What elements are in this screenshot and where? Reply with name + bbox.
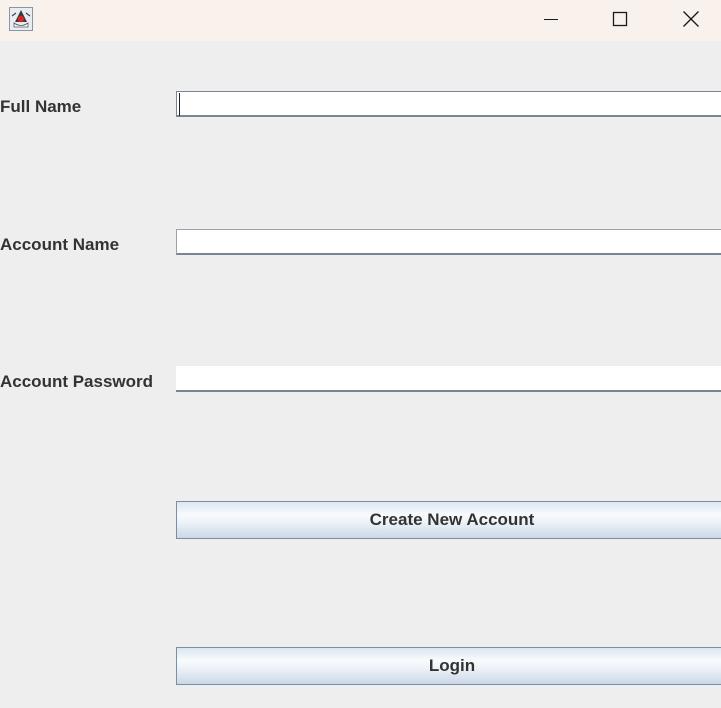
title-bar[interactable] bbox=[0, 0, 721, 41]
account-name-label: Account Name bbox=[0, 235, 120, 254]
account-password-field[interactable] bbox=[176, 366, 721, 392]
close-button[interactable] bbox=[668, 0, 714, 38]
create-new-account-label: Create New Account bbox=[369, 510, 535, 529]
login-button[interactable]: Login bbox=[176, 647, 721, 685]
full-name-label: Full Name bbox=[0, 97, 82, 116]
close-icon bbox=[683, 11, 699, 27]
minimize-button[interactable] bbox=[528, 0, 574, 38]
text-caret bbox=[179, 93, 180, 116]
account-name-field[interactable] bbox=[176, 229, 721, 255]
account-password-label: Account Password bbox=[0, 372, 154, 391]
login-label: Login bbox=[428, 656, 476, 675]
maximize-button[interactable] bbox=[597, 0, 643, 38]
full-name-field[interactable] bbox=[176, 91, 721, 117]
java-duke-icon[interactable] bbox=[9, 7, 33, 31]
maximize-icon bbox=[612, 11, 628, 27]
app-window: Full Name Account Name Account Password … bbox=[0, 0, 721, 708]
minimize-icon bbox=[544, 19, 558, 20]
create-new-account-button[interactable]: Create New Account bbox=[176, 501, 721, 539]
